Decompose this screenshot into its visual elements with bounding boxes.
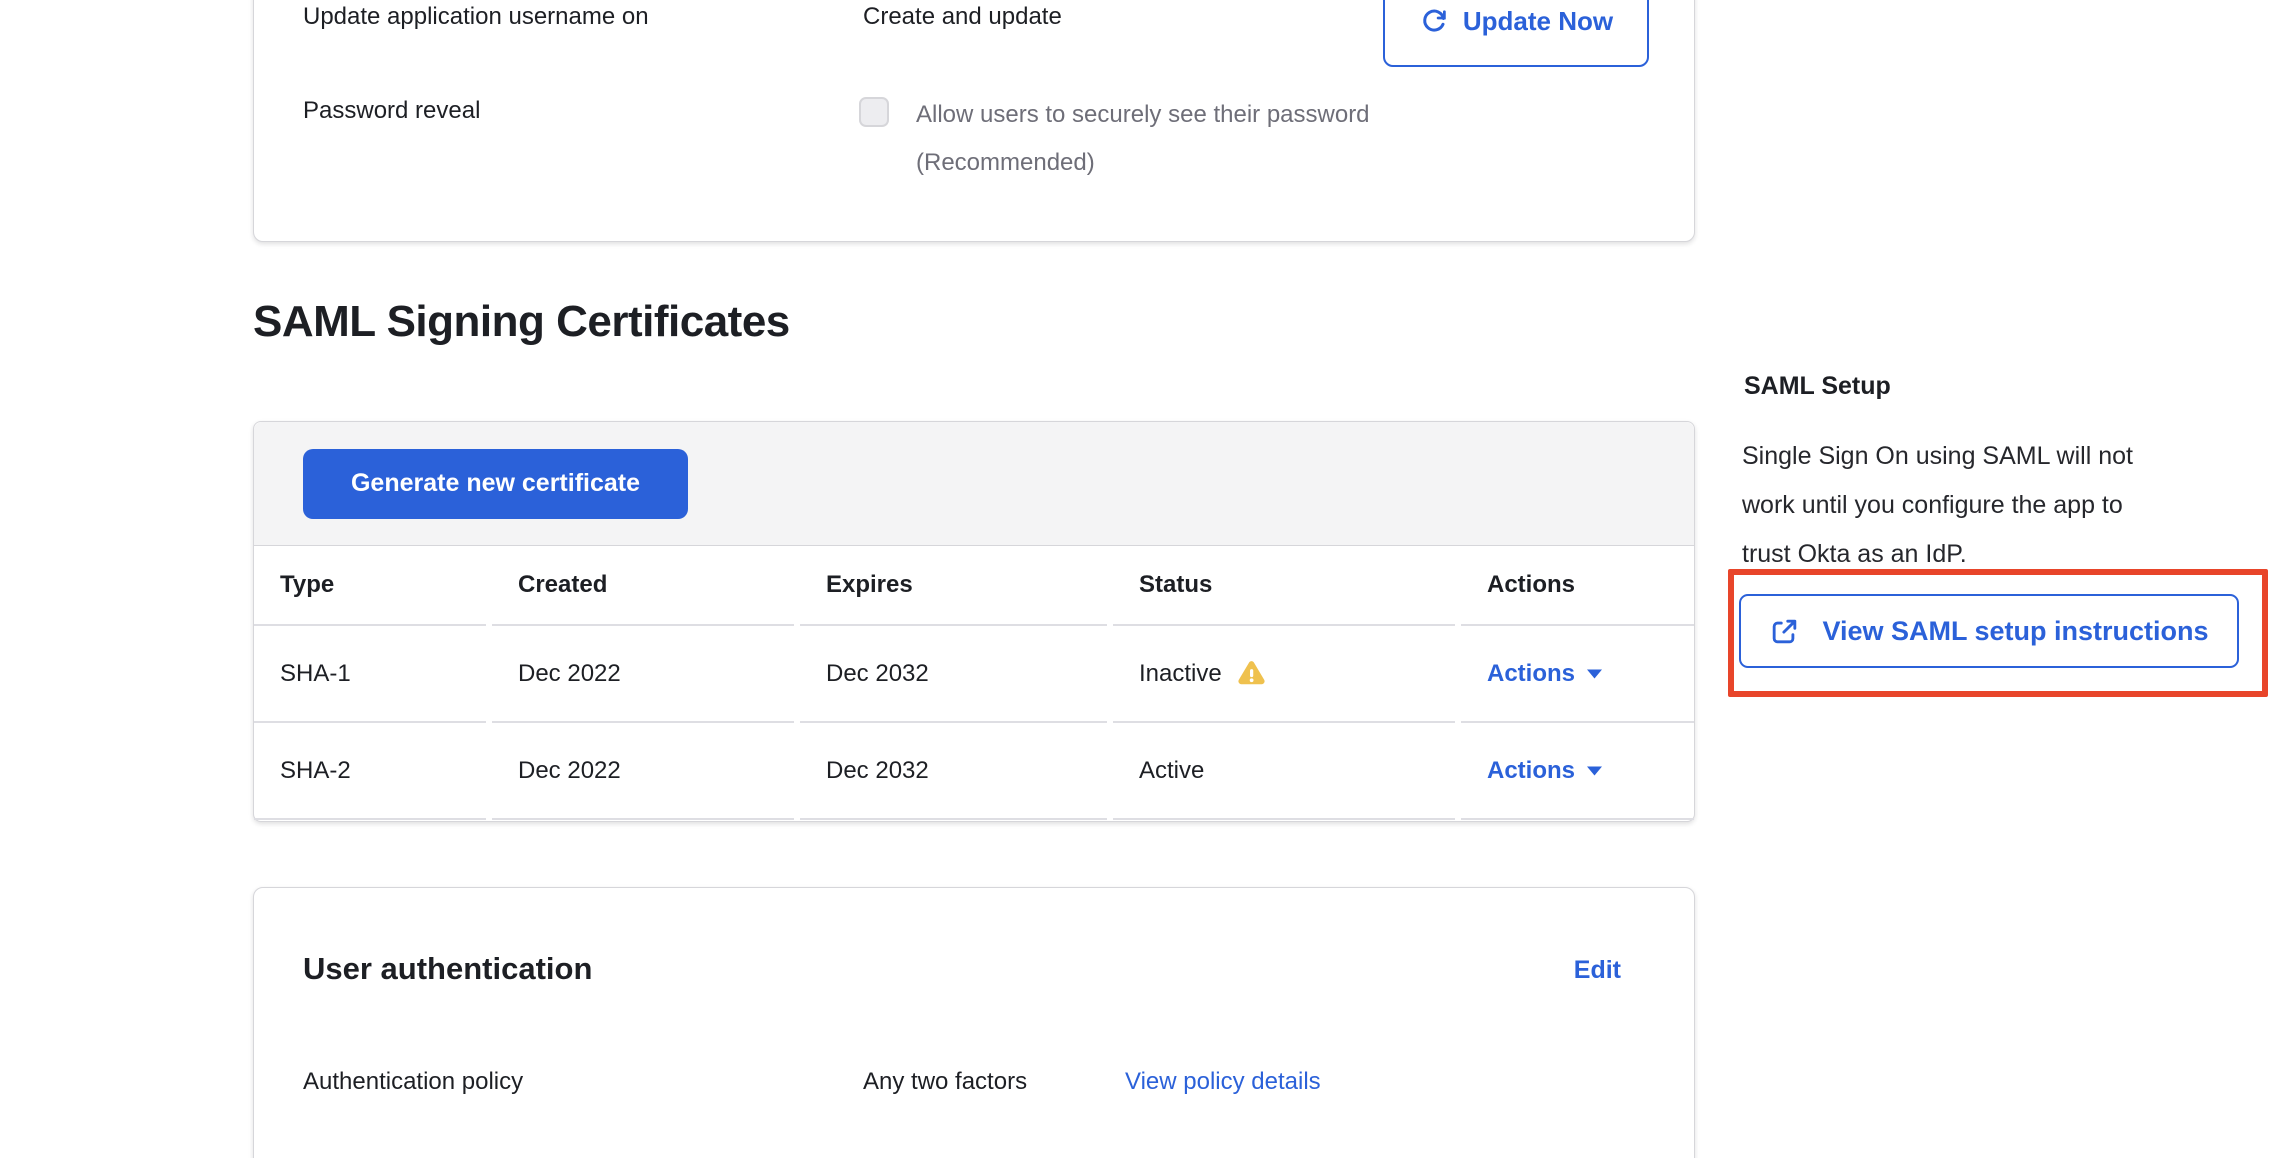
cert-status: Inactive [1113, 626, 1455, 723]
view-policy-details-link[interactable]: View policy details [1125, 1068, 1321, 1096]
saml-certificates-heading: SAML Signing Certificates [253, 297, 790, 347]
update-now-button[interactable]: Update Now [1383, 0, 1649, 67]
generate-certificate-button[interactable]: Generate new certificate [303, 449, 688, 519]
column-header-expires: Expires [800, 546, 1107, 626]
cert-expires: Dec 2032 [800, 626, 1107, 723]
view-saml-setup-button[interactable]: View SAML setup instructions [1739, 594, 2239, 668]
authentication-policy-label: Authentication policy [303, 1068, 523, 1096]
provisioning-card: Update application username on Create an… [253, 0, 1695, 242]
description-line: work until you configure the app to [1742, 481, 2222, 530]
chevron-down-icon [1587, 669, 1602, 679]
checkbox-label-line: (Recommended) [916, 139, 1370, 187]
column-header-actions: Actions [1461, 546, 1694, 626]
edit-link[interactable]: Edit [1574, 956, 1621, 985]
user-authentication-card: User authentication Edit Authentication … [253, 887, 1695, 1158]
status-text: Active [1139, 757, 1204, 785]
warning-icon [1236, 658, 1267, 689]
table-row: SHA-1 Dec 2022 Dec 2032 Inactive Actions [254, 626, 1694, 723]
update-username-label: Update application username on [303, 3, 649, 31]
password-reveal-checkbox[interactable] [859, 97, 889, 127]
update-username-value: Create and update [863, 3, 1062, 31]
password-reveal-description: Allow users to securely see their passwo… [916, 91, 1370, 187]
saml-setup-heading: SAML Setup [1744, 372, 1891, 401]
certificates-card: Generate new certificate Type Created Ex… [253, 421, 1695, 822]
status-text: Inactive [1139, 660, 1222, 688]
chevron-down-icon [1587, 766, 1602, 776]
cert-type: SHA-2 [254, 723, 486, 820]
cert-type: SHA-1 [254, 626, 486, 723]
cert-status: Active [1113, 723, 1455, 820]
actions-dropdown[interactable]: Actions [1487, 757, 1602, 785]
table-row: SHA-2 Dec 2022 Dec 2032 Active Actions [254, 723, 1694, 820]
actions-dropdown[interactable]: Actions [1487, 660, 1602, 688]
password-reveal-label: Password reveal [303, 97, 480, 125]
actions-label: Actions [1487, 660, 1575, 688]
authentication-policy-value: Any two factors [863, 1068, 1027, 1096]
view-saml-setup-label: View SAML setup instructions [1822, 616, 2208, 647]
cert-actions: Actions [1461, 723, 1694, 820]
external-link-icon [1769, 616, 1800, 647]
cert-expires: Dec 2032 [800, 723, 1107, 820]
page: Update application username on Create an… [0, 0, 2279, 1158]
cert-actions: Actions [1461, 626, 1694, 723]
annotation-highlight-box: View SAML setup instructions [1728, 569, 2268, 697]
column-header-created: Created [492, 546, 794, 626]
saml-setup-description: Single Sign On using SAML will not work … [1742, 432, 2222, 579]
refresh-icon [1419, 6, 1449, 36]
cert-created: Dec 2022 [492, 723, 794, 820]
cert-created: Dec 2022 [492, 626, 794, 723]
actions-label: Actions [1487, 757, 1575, 785]
update-now-label: Update Now [1463, 6, 1613, 37]
column-header-status: Status [1113, 546, 1455, 626]
certificates-table-header: Type Created Expires Status Actions [254, 546, 1694, 626]
column-header-type: Type [254, 546, 486, 626]
user-authentication-heading: User authentication [303, 951, 592, 987]
description-line: Single Sign On using SAML will not [1742, 432, 2222, 481]
certificates-toolbar: Generate new certificate [254, 422, 1694, 546]
checkbox-label-line: Allow users to securely see their passwo… [916, 91, 1370, 139]
